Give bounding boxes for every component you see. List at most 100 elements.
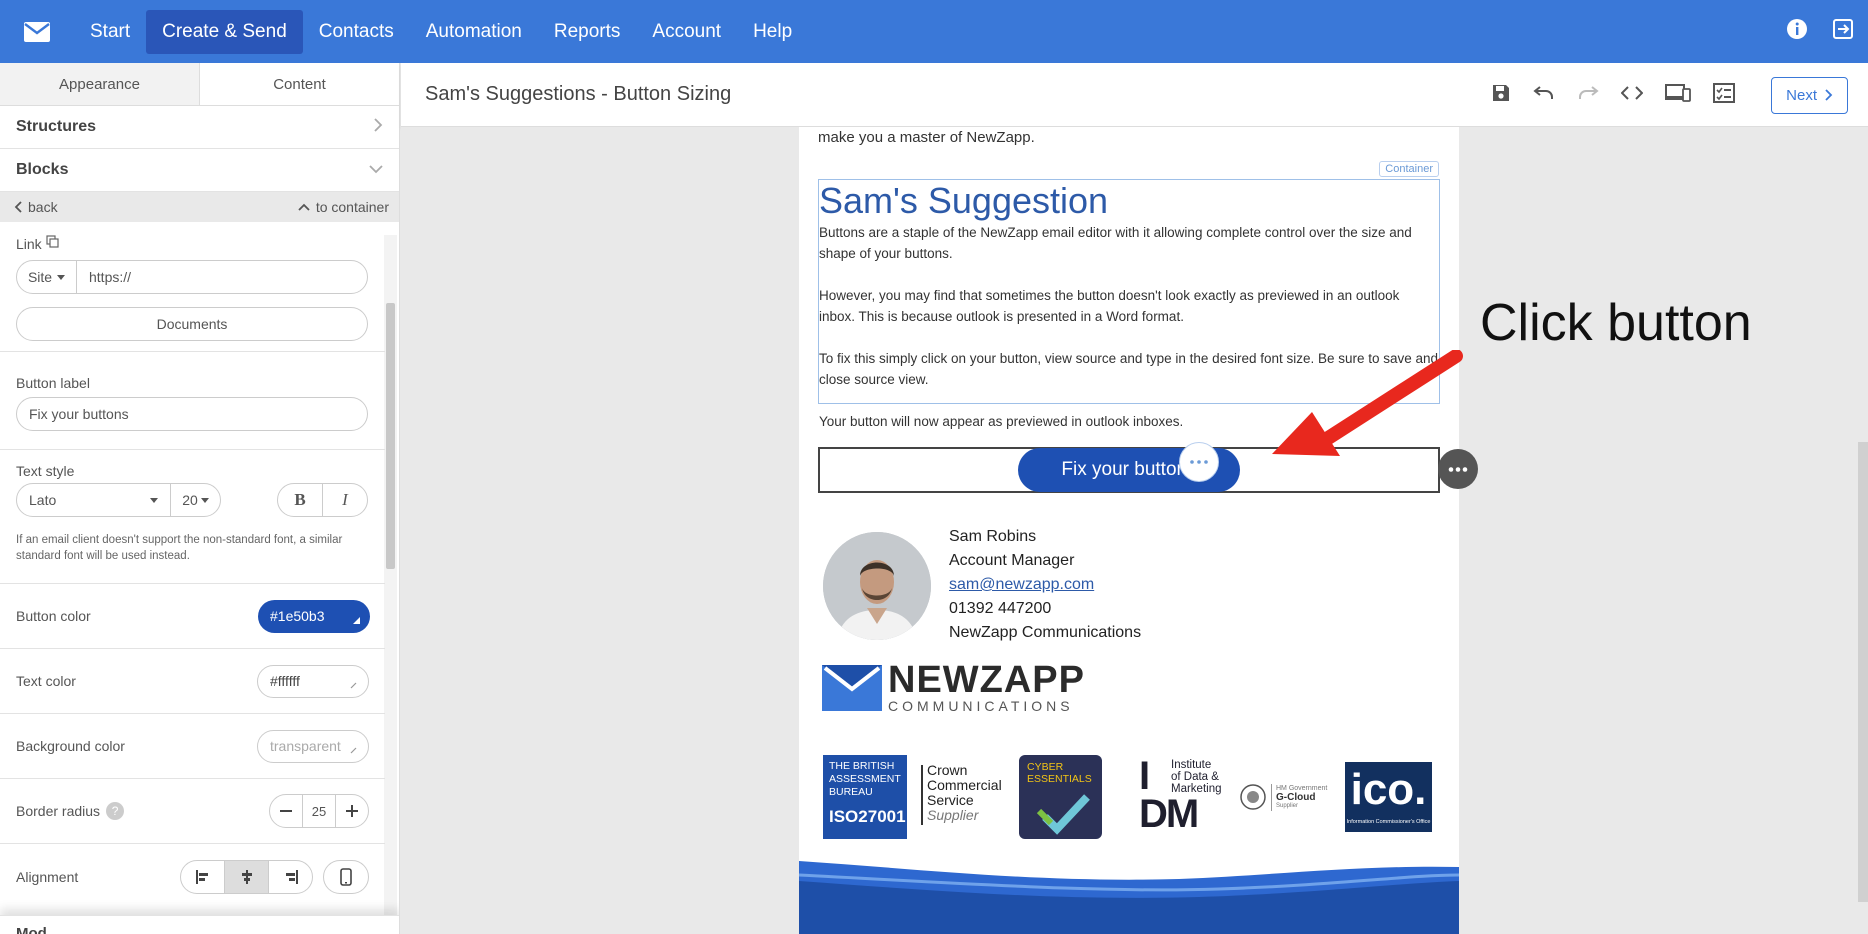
nav-create-send[interactable]: Create & Send (146, 9, 303, 54)
save-icon[interactable] (1491, 83, 1511, 108)
font-family-select[interactable]: Lato (17, 484, 171, 516)
nav-help[interactable]: Help (737, 10, 808, 54)
ccs-line-2: Commercial (927, 777, 1002, 793)
eyedropper-icon (350, 747, 357, 753)
chevron-right-icon (373, 117, 383, 137)
signature-email-link[interactable]: sam@newzapp.com (949, 573, 1141, 597)
chevron-left-icon (14, 201, 22, 213)
button-label-label: Button label (16, 375, 90, 391)
idm-badge: Institute of Data & Marketing (1171, 759, 1222, 795)
nav-start[interactable]: Start (74, 10, 146, 54)
ccs-line-1: Crown (927, 762, 968, 778)
chevron-right-icon (1825, 89, 1833, 101)
panel-scrollbar[interactable] (384, 235, 397, 915)
ccs-line-4: Supplier (927, 807, 979, 823)
paragraph-1: Buttons are a staple of the NewZapp emai… (819, 225, 1412, 261)
eyedropper-icon (350, 682, 357, 688)
mail-logo-icon[interactable] (0, 0, 74, 63)
logout-icon[interactable] (1832, 18, 1854, 45)
nav-automation[interactable]: Automation (410, 10, 538, 54)
border-radius-label: Border radius (16, 803, 101, 819)
caret-down-icon (57, 274, 66, 280)
font-size-value: 20 (182, 492, 198, 508)
help-icon[interactable]: ? (106, 802, 125, 820)
link-type-value: Site (27, 269, 53, 285)
modules-section-label[interactable]: Mod... (16, 925, 59, 934)
button-color-label: Button color (16, 608, 91, 624)
gcloud-line-3: Supplier (1276, 802, 1299, 809)
to-container-link[interactable]: to container (298, 199, 389, 215)
background-color-value: transparent (270, 738, 341, 754)
bab-line-1: THE BRITISH (829, 760, 895, 772)
email-body: make you a master of NewZapp. Container … (799, 127, 1459, 934)
align-left-icon (195, 869, 208, 884)
structures-label: Structures (16, 118, 97, 135)
cyber-line-2: ESSENTIALS (1027, 773, 1092, 785)
text-color-label: Text color (16, 673, 76, 689)
caret-down-icon (200, 497, 209, 503)
redo-icon[interactable] (1577, 85, 1599, 106)
top-navigation: Start Create & Send Contacts Automation … (0, 0, 1868, 63)
info-icon[interactable] (1786, 18, 1808, 45)
button-color-value: #1e50b3 (270, 608, 325, 624)
block-options-left-button[interactable] (1179, 442, 1219, 482)
tab-appearance[interactable]: Appearance (0, 63, 200, 105)
copy-icon[interactable] (46, 235, 59, 253)
document-title: Sam's Suggestions - Button Sizing (425, 83, 732, 105)
device-preview-icon[interactable] (1665, 83, 1692, 107)
next-label: Next (1786, 86, 1817, 104)
paragraph-2: However, you may find that sometimes the… (819, 288, 1400, 324)
bab-iso-badge: THE BRITISH ASSESSMENT BUREAU ISO27001 (823, 755, 907, 839)
align-right-button[interactable] (269, 861, 312, 893)
italic-button[interactable]: I (323, 484, 367, 516)
nav-reports[interactable]: Reports (538, 10, 637, 54)
bold-button[interactable]: B (278, 484, 323, 516)
structures-section[interactable]: Structures (0, 106, 399, 149)
checklist-icon[interactable] (1713, 82, 1736, 108)
font-hint-text: If an email client doesn't support the n… (16, 534, 343, 562)
font-size-select[interactable]: 20 (171, 492, 220, 508)
chevron-up-icon (298, 203, 310, 211)
canvas-scrollbar[interactable] (1858, 442, 1868, 902)
back-link[interactable]: back (14, 199, 58, 215)
text-color-picker[interactable]: #ffffff (257, 664, 369, 698)
link-type-select[interactable]: Site (17, 261, 77, 293)
cyber-essentials-badge: CYBER ESSENTIALS (1019, 755, 1102, 839)
gcloud-badge: HM Government G-Cloud Supplier (1239, 783, 1327, 811)
nav-account[interactable]: Account (636, 10, 737, 54)
checkmark-icon (1036, 794, 1090, 835)
container-tag[interactable]: Container (1379, 161, 1439, 177)
ccs-badge: Crown Commercial Service Supplier (927, 763, 1002, 823)
background-color-picker[interactable]: transparent (257, 729, 369, 763)
code-view-icon[interactable] (1620, 85, 1644, 106)
nav-contacts[interactable]: Contacts (303, 10, 410, 54)
annotation-text: Click button (1480, 294, 1752, 352)
align-center-button[interactable] (225, 860, 269, 893)
plus-button[interactable] (335, 795, 368, 827)
signature-phone: 01392 447200 (949, 600, 1052, 617)
align-left-button[interactable] (181, 860, 225, 893)
tab-content[interactable]: Content (200, 63, 399, 105)
undo-icon[interactable] (1533, 85, 1555, 106)
editor-header: Sam's Suggestions - Button Sizing Next (401, 63, 1868, 127)
ico-badge: ico. Information Commissioner's Office (1345, 762, 1432, 832)
border-radius-input[interactable]: 25 (303, 804, 335, 819)
chevron-down-icon (369, 161, 383, 179)
minus-button[interactable] (270, 795, 303, 827)
logo-subtitle: COMMUNICATIONS (888, 698, 1074, 714)
documents-button[interactable]: Documents (16, 307, 368, 341)
blocks-section[interactable]: Blocks (0, 149, 399, 192)
mobile-alignment-button[interactable] (323, 859, 369, 894)
crest-icon (1240, 784, 1266, 810)
next-button[interactable]: Next (1771, 76, 1848, 114)
button-color-picker[interactable]: #1e50b3 (258, 599, 370, 633)
logo-wordmark: NEWZAPP (888, 659, 1085, 701)
link-url-input[interactable]: https:// (77, 269, 131, 285)
button-label-input[interactable]: Fix your buttons (16, 397, 368, 431)
envelope-logo-icon (822, 665, 882, 711)
bab-line-3: BUREAU (829, 786, 873, 798)
alignment-label: Alignment (16, 868, 79, 885)
idm-line-3: Marketing (1171, 783, 1222, 795)
scrollbar-thumb[interactable] (386, 303, 395, 569)
link-input-group: Site https:// (16, 260, 368, 294)
